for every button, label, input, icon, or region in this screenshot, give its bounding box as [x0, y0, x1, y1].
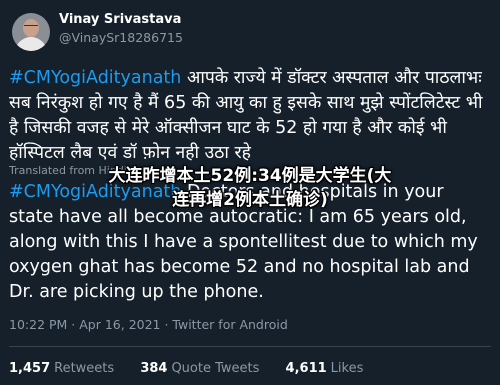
quotes-count: 384 — [140, 361, 168, 376]
likes-label: Likes — [330, 361, 364, 376]
overlay-line-2: 连再增2例本土确诊) — [172, 190, 328, 210]
headline-overlay: 大连昨增本土52例:34例是大学生(大 连再增2例本土确诊) — [60, 164, 440, 212]
retweets-stat[interactable]: 1,457 Retweets — [9, 361, 114, 376]
tweet-timestamp[interactable]: 10:22 PM · Apr 16, 2021 · Twitter for An… — [9, 317, 288, 332]
likes-stat[interactable]: 4,611 Likes — [286, 361, 364, 376]
avatar-glasses — [24, 25, 38, 29]
overlay-line-1: 大连昨增本土52例:34例是大学生(大 — [108, 166, 392, 186]
author-handle[interactable]: @VinaySr18286715 — [59, 30, 183, 45]
divider — [9, 346, 491, 347]
retweets-label: Retweets — [54, 361, 115, 376]
likes-count: 4,611 — [285, 361, 327, 376]
avatar-body — [15, 37, 47, 51]
avatar[interactable] — [12, 13, 50, 51]
quotes-stat[interactable]: 384 Quote Tweets — [140, 361, 259, 376]
tweet-card: Vinay Srivastava @VinaySr18286715 #CMYog… — [0, 0, 500, 385]
tweet-body: #CMYogiAdityanath आपके राज्ये में डॉक्टर… — [9, 66, 491, 166]
author-name[interactable]: Vinay Srivastava — [59, 12, 181, 27]
quotes-label: Quote Tweets — [171, 361, 260, 376]
tweet-stats: 1,457 Retweets 384 Quote Tweets 4,611 Likes — [9, 361, 385, 376]
retweets-count: 1,457 — [9, 361, 51, 376]
hashtag-link[interactable]: #CMYogiAdityanath — [9, 68, 181, 88]
